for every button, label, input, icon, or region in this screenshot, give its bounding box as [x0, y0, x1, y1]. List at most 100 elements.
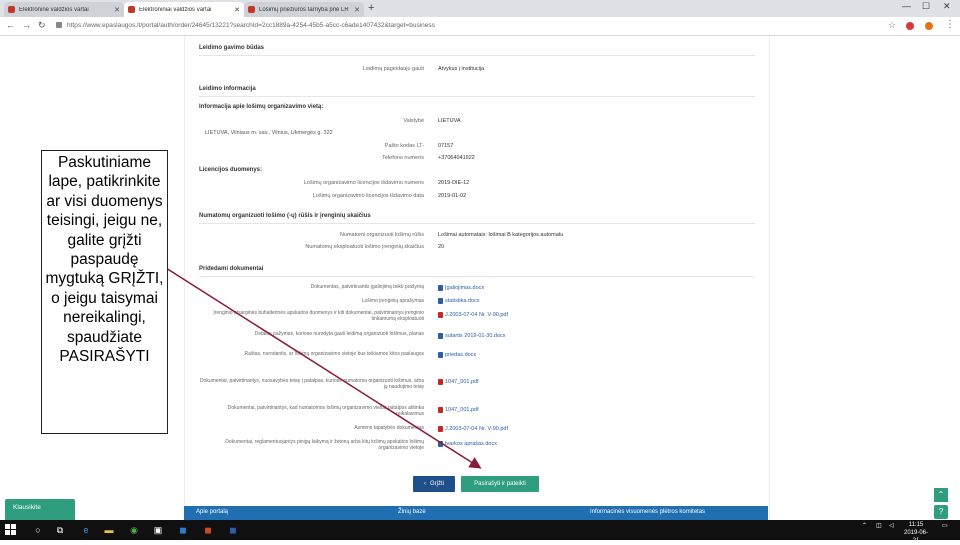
attachment-label: Asmens tapatybės dokumentas — [354, 425, 424, 431]
word-file-icon — [438, 352, 443, 358]
pdf-file-icon — [438, 312, 443, 318]
pdf-file-icon — [438, 407, 443, 413]
close-window-icon[interactable]: ✕ — [943, 1, 951, 12]
outlook-icon[interactable]: ◼ — [177, 524, 189, 536]
edge-icon[interactable]: e — [80, 524, 92, 536]
chevron-left-icon: ‹ — [424, 481, 426, 487]
browser-menu-icon[interactable]: ⋮ — [945, 19, 955, 30]
windows-taskbar — [0, 520, 960, 540]
maximize-icon[interactable]: ☐ — [922, 1, 930, 12]
attachment-label: Dokumentai, patvirtinantys, nuosavybės t… — [199, 378, 424, 390]
minimize-icon[interactable]: — — [902, 1, 911, 11]
notifications-icon[interactable]: ▭ — [942, 522, 948, 529]
new-tab-icon[interactable]: + — [368, 2, 374, 15]
attachment-label: Lošimo įrenginių aprašymas — [361, 298, 424, 304]
instruction-callout: Paskutiniame lape, patikrinkite ar visi … — [41, 150, 168, 434]
back-icon[interactable]: ← — [6, 20, 15, 30]
section-title-permit-info: Leidimo informacija — [199, 86, 256, 92]
attachment-link[interactable]: statistika.docx — [438, 298, 480, 304]
favicon-icon — [128, 6, 135, 13]
forward-icon[interactable]: → — [22, 20, 31, 30]
bookmark-star-icon[interactable]: ☆ — [888, 20, 896, 31]
word-file-icon — [438, 333, 443, 339]
footer-link-committee[interactable]: Informacinės visuomenės plėtros komiteta… — [590, 509, 705, 515]
close-tab-icon[interactable]: ✕ — [234, 6, 240, 14]
word-file-icon — [438, 285, 443, 291]
attachment-link[interactable]: tvarkos aprašas.docx — [438, 441, 497, 447]
field-value: 2019-DIE-12 — [438, 180, 470, 186]
extension-icon[interactable] — [925, 22, 933, 30]
field-label: Lošimų organizavimo licencijos išdavimo … — [303, 180, 424, 186]
attachment-label: Raštas, nurodantis, ar lošimų organizavi… — [244, 351, 424, 357]
attachment-label: Detalus pažymas, kuriose nurodyta gauti … — [254, 331, 424, 337]
browser-tab-1[interactable]: Elektroninė valdžios vartai ✕ — [4, 2, 124, 17]
field-value: 07157 — [438, 143, 454, 149]
field-label: Numatomi organizuoti lošimų rūšis — [339, 232, 424, 238]
powerpoint-icon[interactable]: ◼ — [202, 524, 214, 536]
field-value: 2019-01-02 — [438, 193, 467, 199]
back-button[interactable]: ‹ Grįžti — [413, 476, 455, 492]
extension-icon[interactable] — [906, 22, 914, 30]
word-icon[interactable]: ◼ — [227, 524, 239, 536]
field-label: Leidimą pageidauju gauti — [362, 66, 424, 72]
footer-link-about[interactable]: Apie portalą — [196, 509, 228, 515]
field-label: Valstybė — [403, 118, 424, 124]
attachment-link[interactable]: 1047_001.pdf — [438, 379, 479, 385]
reload-icon[interactable]: ↻ — [38, 20, 46, 31]
section-title-attachments: Pridedami dokumentai — [199, 266, 264, 272]
store-icon[interactable]: ▣ — [152, 524, 164, 536]
subsection-title-location: Informacija apie lošimų organizavimo vie… — [199, 104, 324, 110]
browser-tab-2[interactable]: Elektroniniai valdžios vartai ✕ — [124, 2, 244, 17]
search-icon[interactable]: ○ — [32, 524, 44, 536]
divider — [199, 96, 755, 97]
attachment-label: Dokumentai, patvirtinantys, kad numatomo… — [227, 405, 424, 417]
attachment-link[interactable]: 1047_001.pdf — [438, 407, 479, 413]
help-icon[interactable]: ? — [934, 505, 948, 519]
address-text: LIETUVA, Vilniaus m. sav., Vilnius, Ukme… — [205, 130, 333, 136]
field-value: Atvykus į institucija — [438, 66, 485, 72]
site-footer: Apie portalą Žinių bazė Informacinės vis… — [184, 506, 768, 520]
tab-title: Lošimų priežiūros tarnyba prie LR — [259, 6, 349, 13]
footer-link-knowledge[interactable]: Žinių bazė — [398, 509, 426, 515]
subsection-title-license: Licencijos duomenys: — [199, 167, 263, 173]
url-input[interactable]: https://www.epaslaugos.lt/portal/auth/or… — [56, 20, 876, 32]
field-label: Telefono numeris — [382, 155, 424, 161]
field-label: Pašto kodas LT- — [384, 143, 424, 149]
file-explorer-icon[interactable]: ▬ — [103, 524, 115, 536]
address-bar: ← → ↻ https://www.epaslaugos.lt/portal/a… — [0, 17, 960, 36]
attachment-link[interactable]: priedas.docx — [438, 352, 476, 358]
word-file-icon — [438, 441, 443, 447]
attachment-link[interactable]: sutartis 2019-01-30.docx — [438, 333, 506, 339]
divider — [199, 276, 755, 277]
divider — [199, 223, 755, 224]
section-title-issue-method: Leidimo gavimo būdas — [199, 45, 265, 51]
word-file-icon — [438, 298, 443, 304]
field-label: Numatomų eksploatuoti lošimo įrenginių s… — [305, 244, 424, 250]
attachment-link[interactable]: J.2003-07-04 Nr. V-90.pdf — [438, 312, 508, 318]
sign-and-submit-button[interactable]: Pasirašyti ir pateikti — [461, 476, 539, 492]
feedback-tab[interactable]: Klausikite — [5, 499, 75, 520]
attachment-link[interactable]: Įgaliojimas.docx — [438, 285, 484, 291]
field-value: Lošimai automatais: lošimai B kategorijo… — [438, 232, 564, 238]
clock[interactable]: 11:15 2019-06-21 — [902, 521, 930, 545]
tab-title: Elektroninė valdžios vartai — [19, 6, 89, 13]
section-title-devices: Numatomų organizuoti lošimo (-ų) rūšis i… — [199, 213, 371, 219]
attachment-link[interactable]: J.2003-07-04 Nr. V-90.pdf — [438, 426, 508, 432]
favicon-icon — [248, 6, 255, 13]
windows-start-icon[interactable] — [5, 524, 17, 536]
task-view-icon[interactable]: ⧉ — [54, 524, 66, 536]
close-tab-icon[interactable]: ✕ — [354, 6, 360, 14]
tray-chevron-icon[interactable]: ⌃ — [862, 522, 867, 529]
field-label: Lošimų organizavimo licencijos išdavimo … — [312, 193, 424, 199]
tab-title: Elektroniniai valdžios vartai — [139, 6, 212, 13]
browser-tab-3[interactable]: Lošimų priežiūros tarnyba prie LR ✕ — [244, 2, 364, 17]
field-value: +37064041922 — [438, 155, 475, 161]
favicon-icon — [8, 6, 15, 13]
attachment-label: Dokumentas, patvirtinantis įgaliojimą te… — [310, 284, 424, 290]
close-tab-icon[interactable]: ✕ — [114, 6, 120, 14]
divider — [199, 55, 755, 56]
chrome-icon[interactable]: ◉ — [128, 524, 140, 536]
volume-icon[interactable]: ◁ — [889, 522, 894, 529]
scroll-up-icon[interactable]: ⌃ — [934, 488, 948, 502]
network-icon[interactable]: ◫ — [876, 522, 882, 529]
